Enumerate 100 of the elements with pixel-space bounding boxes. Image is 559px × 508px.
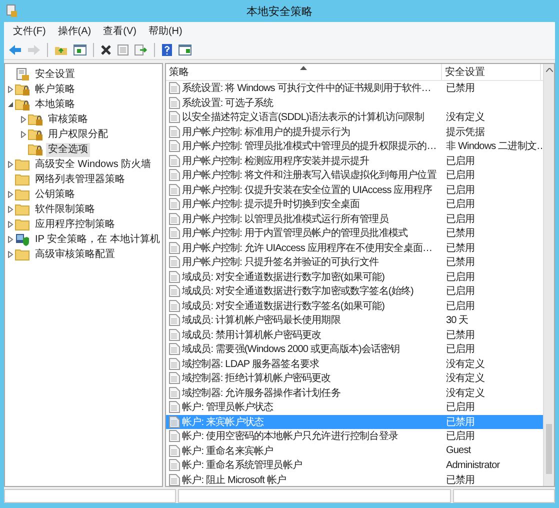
policy-icon (169, 198, 180, 210)
menu-item[interactable]: 查看(V) (98, 24, 142, 38)
vertical-scrollbar[interactable] (543, 64, 554, 486)
policy-row[interactable]: 域控制器: 拒绝计算机帐户密码更改 没有定义 (166, 371, 543, 386)
policy-row[interactable]: 域成员: 对安全通道数据进行数字加密(如果可能) 已启用 (166, 270, 543, 284)
policy-name: 用户帐户控制: 管理员批准模式中管理员的提升权限提示的… (182, 140, 436, 154)
policy-icon (169, 256, 180, 268)
policy-row[interactable]: 用户帐户控制: 管理员批准模式中管理员的提升权限提示的… 非 Windows 二进制文… (166, 139, 543, 154)
policy-row[interactable]: 帐户: 使用空密码的本地帐户只允许进行控制台登录 已启用 (166, 429, 543, 444)
expand-arrow-icon[interactable] (6, 236, 14, 243)
policy-setting: 提示凭据 (446, 126, 484, 139)
expand-arrow-icon[interactable] (6, 251, 14, 258)
policy-name: 域控制器: 允许服务器操作者计划任务 (182, 386, 340, 400)
policy-setting: 已启用 (446, 198, 475, 212)
policy-setting: 没有定义 (446, 358, 484, 371)
policy-row[interactable]: 帐户: 管理员帐户状态 已启用 (166, 400, 543, 414)
policy-row[interactable]: 帐户: 阻止 Microsoft 帐户 已禁用 (166, 472, 543, 486)
expand-arrow-icon[interactable] (6, 161, 14, 168)
policy-setting: 没有定义 (446, 372, 484, 386)
policy-icon (169, 140, 180, 152)
policy-setting: 已启用 (446, 212, 475, 226)
expand-arrow-icon[interactable] (6, 206, 14, 213)
policy-row[interactable]: 域成员: 需要强(Windows 2000 或更高版本)会话密钥 已启用 (166, 342, 543, 356)
tree-item[interactable]: 用户权限分配 (46, 128, 110, 142)
policy-row[interactable]: 域成员: 计算机帐户密码最长使用期限 30 天 (166, 313, 543, 328)
folder-icon (15, 248, 30, 261)
tree-item[interactable]: 高级安全 Windows 防火墙 (33, 158, 154, 172)
policy-setting: 已禁用 (446, 242, 475, 255)
tree-item[interactable]: 高级审核策略配置 (33, 248, 117, 262)
policy-setting: 30 天 (446, 314, 468, 328)
policy-row[interactable]: 以安全描述符定义语言(SDDL)语法表示的计算机访问限制 没有定义 (166, 110, 543, 124)
policy-icon (169, 212, 180, 225)
policy-icon (169, 154, 180, 167)
policy-row[interactable]: 系统设置: 可选子系统 (166, 96, 543, 110)
tree-item[interactable]: 公钥策略 (33, 188, 77, 202)
menu-item[interactable]: 操作(A) (52, 24, 96, 38)
policy-setting: Guest (446, 445, 471, 456)
policy-name: 帐户: 重命名来宾帐户 (182, 444, 274, 458)
menu-item[interactable]: 帮助(H) (143, 24, 188, 38)
policy-icon (169, 459, 180, 472)
tree-item[interactable]: 应用程序控制策略 (33, 218, 117, 232)
folder-icon (15, 173, 30, 186)
policy-icon (169, 444, 180, 457)
policy-name: 域成员: 禁用计算机帐户密码更改 (182, 328, 322, 342)
policy-row[interactable]: 系统设置: 将 Windows 可执行文件中的证书规则用于软件… 已禁用 (166, 81, 543, 96)
expand-arrow-icon[interactable] (6, 221, 14, 228)
policy-name: 域控制器: 拒绝计算机帐户密码更改 (182, 372, 331, 386)
policy-row[interactable]: 域成员: 对安全通道数据进行数字加密或数字签名(始终) 已启用 (166, 284, 543, 298)
policy-row[interactable]: 帐户: 重命名系统管理员帐户 Administrator (166, 458, 543, 472)
tree-item[interactable]: IP 安全策略，在 本地计算机 (33, 232, 162, 246)
policy-icon (169, 96, 180, 109)
tree-item[interactable]: 本地策略 (33, 98, 77, 112)
scrollbar-thumb[interactable] (546, 424, 552, 474)
tree-item[interactable]: 安全选项 (46, 142, 90, 156)
tree-item[interactable]: 安全设置 (33, 68, 77, 82)
policy-setting: 已启用 (446, 400, 475, 414)
policy-name: 域成员: 对安全通道数据进行数字加密(如果可能) (182, 270, 385, 284)
policy-row[interactable]: 用户帐户控制: 仅提升安装在安全位置的 UIAccess 应用程序 已启用 (166, 182, 543, 197)
policy-setting: 已禁用 (446, 328, 475, 342)
scroll-up-icon[interactable] (546, 68, 552, 72)
policy-row[interactable]: 域成员: 禁用计算机帐户密码更改 已禁用 (166, 328, 543, 342)
policy-row[interactable]: 域成员: 对安全通道数据进行数字签名(如果可能) 已启用 (166, 298, 543, 313)
tree-item[interactable]: 帐户策略 (33, 82, 77, 96)
policy-name: 用户帐户控制: 以管理员批准模式运行所有管理员 (182, 212, 388, 226)
policy-row[interactable]: 用户帐户控制: 只提升签名并验证的可执行文件 已禁用 (166, 255, 543, 270)
policy-setting: 已禁用 (446, 416, 475, 429)
column-header[interactable]: 安全设置 (442, 64, 541, 80)
policy-row[interactable]: 用户帐户控制: 以管理员批准模式运行所有管理员 已启用 (166, 212, 543, 226)
collapse-arrow-icon[interactable] (6, 101, 14, 108)
policy-name: 用户帐户控制: 允许 UIAccess 应用程序在不使用安全桌面… (182, 242, 432, 255)
tree-item[interactable]: 网络列表管理器策略 (33, 172, 127, 186)
policy-row[interactable]: 用户帐户控制: 标准用户的提升提示行为 提示凭据 (166, 124, 543, 139)
policy-icon (169, 358, 180, 370)
policy-row[interactable]: 域控制器: 允许服务器操作者计划任务 没有定义 (166, 386, 543, 400)
expand-arrow-icon[interactable] (20, 131, 26, 138)
policy-icon (169, 82, 180, 94)
expand-arrow-icon[interactable] (6, 191, 14, 198)
policy-setting: Administrator (446, 460, 500, 471)
help-icon[interactable] (159, 41, 175, 58)
policy-row[interactable]: 用户帐户控制: 检测应用程序安装并提示提升 已启用 (166, 154, 543, 168)
tree-item[interactable]: 软件限制策略 (33, 202, 97, 216)
policy-icon (169, 270, 180, 283)
expand-arrow-icon[interactable] (6, 86, 14, 93)
menu-item[interactable]: 文件(F) (8, 24, 51, 38)
folder-icon (15, 158, 30, 171)
policy-setting: 已启用 (446, 184, 475, 197)
policy-row[interactable]: 帐户: 重命名来宾帐户 Guest (166, 444, 543, 458)
policy-name: 用户帐户控制: 用于内置管理员帐户的管理员批准模式 (182, 226, 408, 240)
policy-icon (169, 416, 180, 428)
policy-row[interactable]: 用户帐户控制: 提示提升时切换到安全桌面 已启用 (166, 197, 543, 212)
locked-folder-icon (28, 143, 43, 156)
column-header[interactable]: 策略 (166, 64, 442, 80)
policy-name: 帐户: 来宾帐户状态 (182, 416, 264, 429)
policy-row[interactable]: 用户帐户控制: 用于内置管理员帐户的管理员批准模式 已禁用 (166, 226, 543, 240)
tree-item[interactable]: 审核策略 (46, 112, 90, 126)
expand-arrow-icon[interactable] (20, 116, 26, 123)
policy-row[interactable]: 用户帐户控制: 允许 UIAccess 应用程序在不使用安全桌面… 已禁用 (166, 240, 543, 255)
policy-row[interactable]: 用户帐户控制: 将文件和注册表写入错误虚拟化到每用户位置 已启用 (166, 168, 543, 182)
policy-row[interactable]: 域控制器: LDAP 服务器签名要求 没有定义 (166, 356, 543, 371)
policy-setting: 没有定义 (446, 386, 484, 400)
